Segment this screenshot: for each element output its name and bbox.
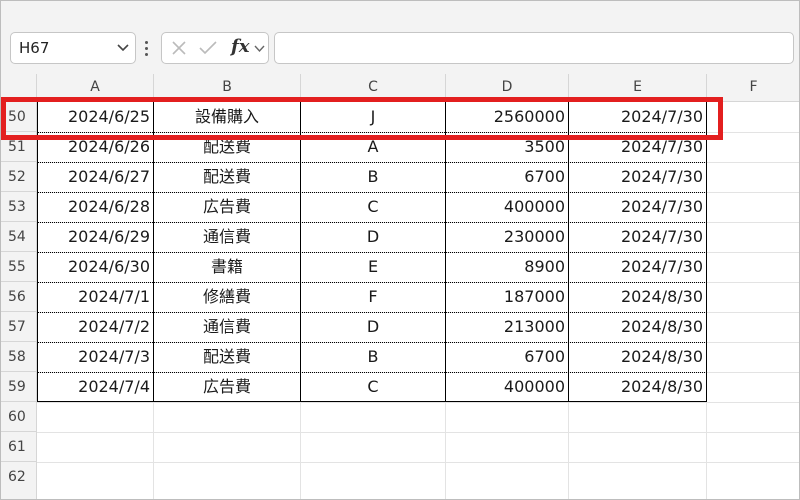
confirm-check-icon[interactable] <box>198 40 218 56</box>
cell-c52[interactable]: B <box>301 162 445 192</box>
cell-a52[interactable]: 2024/6/27 <box>37 162 154 192</box>
cell-a54[interactable]: 2024/6/29 <box>37 222 154 252</box>
cell-d54[interactable]: 230000 <box>446 222 569 252</box>
row-header[interactable]: 57 <box>0 312 37 342</box>
chevron-down-icon[interactable] <box>117 43 129 53</box>
gridline <box>37 402 800 403</box>
cell-c53[interactable]: C <box>301 192 445 222</box>
cell-a59[interactable]: 2024/7/4 <box>37 372 154 402</box>
cell-c58[interactable]: B <box>301 342 445 372</box>
cell-a57[interactable]: 2024/7/2 <box>37 312 154 342</box>
cell-c54[interactable]: D <box>301 222 445 252</box>
highlight-box <box>1 97 723 140</box>
insert-function-button[interactable]: fx <box>231 36 249 57</box>
cell-b59[interactable]: 広告費 <box>154 372 300 402</box>
cell-b54[interactable]: 通信費 <box>154 222 300 252</box>
row-header[interactable]: 58 <box>0 342 37 372</box>
cell-d59[interactable]: 400000 <box>446 372 569 402</box>
cell-d52[interactable]: 6700 <box>446 162 569 192</box>
cell-b52[interactable]: 配送費 <box>154 162 300 192</box>
chevron-down-icon[interactable] <box>254 44 265 53</box>
gridline <box>37 432 800 433</box>
title-strip <box>0 0 800 22</box>
cell-e57[interactable]: 2024/8/30 <box>569 312 707 342</box>
cell-a55[interactable]: 2024/6/30 <box>37 252 154 282</box>
cell-e58[interactable]: 2024/8/30 <box>569 342 707 372</box>
cell-a58[interactable]: 2024/7/3 <box>37 342 154 372</box>
cell-d56[interactable]: 187000 <box>446 282 569 312</box>
row-header[interactable]: 56 <box>0 282 37 312</box>
cancel-x-icon[interactable] <box>171 40 187 56</box>
row-header[interactable]: 60 <box>0 402 37 432</box>
formula-bar-area: H67 fx <box>0 22 800 74</box>
cell-c57[interactable]: D <box>301 312 445 342</box>
gridline <box>37 462 800 463</box>
formula-input[interactable] <box>274 32 794 64</box>
cell-d57[interactable]: 213000 <box>446 312 569 342</box>
name-box-value: H67 <box>19 39 50 57</box>
more-options-icon[interactable] <box>143 36 151 60</box>
cell-a53[interactable]: 2024/6/28 <box>37 192 154 222</box>
formula-buttons: fx <box>161 32 269 64</box>
cell-e55[interactable]: 2024/7/30 <box>569 252 707 282</box>
row-header[interactable]: 53 <box>0 192 37 222</box>
cell-e56[interactable]: 2024/8/30 <box>569 282 707 312</box>
cell-e53[interactable]: 2024/7/30 <box>569 192 707 222</box>
row-header[interactable]: 59 <box>0 372 37 402</box>
cell-d53[interactable]: 400000 <box>446 192 569 222</box>
cell-e59[interactable]: 2024/8/30 <box>569 372 707 402</box>
cell-b56[interactable]: 修繕費 <box>154 282 300 312</box>
cell-c59[interactable]: C <box>301 372 445 402</box>
cell-e54[interactable]: 2024/7/30 <box>569 222 707 252</box>
cell-e52[interactable]: 2024/7/30 <box>569 162 707 192</box>
row-header[interactable]: 61 <box>0 432 37 462</box>
cell-d58[interactable]: 6700 <box>446 342 569 372</box>
row-header[interactable]: 55 <box>0 252 37 282</box>
cell-c56[interactable]: F <box>301 282 445 312</box>
cell-a56[interactable]: 2024/7/1 <box>37 282 154 312</box>
cell-b57[interactable]: 通信費 <box>154 312 300 342</box>
row-header[interactable]: 54 <box>0 222 37 252</box>
cell-b53[interactable]: 広告費 <box>154 192 300 222</box>
row-header[interactable]: 52 <box>0 162 37 192</box>
cell-d55[interactable]: 8900 <box>446 252 569 282</box>
row-header[interactable]: 62 <box>0 462 37 500</box>
name-box[interactable]: H67 <box>10 32 136 64</box>
cell-b58[interactable]: 配送費 <box>154 342 300 372</box>
cell-c55[interactable]: E <box>301 252 445 282</box>
cell-b55[interactable]: 書籍 <box>154 252 300 282</box>
